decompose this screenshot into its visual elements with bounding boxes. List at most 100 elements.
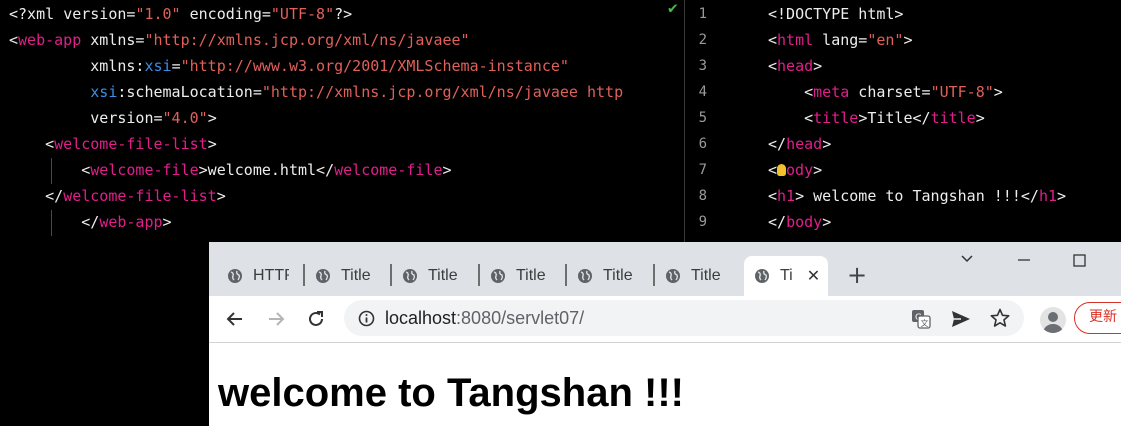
code-token: web-app — [18, 31, 82, 49]
browser-tab[interactable]: Title — [665, 256, 721, 296]
site-info-icon[interactable] — [358, 310, 375, 331]
code-line[interactable]: <web-app xmlns="http://xmlns.jcp.org/xml… — [9, 27, 470, 53]
tab-label: Title — [691, 267, 721, 284]
new-tab-button[interactable]: + — [847, 262, 867, 288]
code-token: "http://xmlns.jcp.org/xml/ns/javaee http — [261, 83, 624, 101]
code-token: head — [777, 57, 814, 75]
browser-tab[interactable]: Title — [402, 256, 458, 296]
code-token: ody — [786, 161, 814, 179]
code-token: welcome-file-list — [54, 135, 208, 153]
profile-avatar[interactable] — [1040, 307, 1066, 333]
code-line[interactable]: </body> — [768, 209, 831, 235]
browser-toolbar: localhost:8080/servlet07/ G文 — [209, 296, 1121, 342]
line-number: 4 — [698, 84, 707, 100]
reload-icon[interactable] — [305, 308, 327, 330]
code-token: :schemaLocation= — [117, 83, 262, 101]
web-xml-editor[interactable]: <?xml version="1.0" encoding="UTF-8"?> <w… — [0, 0, 684, 242]
globe-icon — [577, 268, 593, 284]
code-token: welcome-file — [334, 161, 443, 179]
line-number: 1 — [698, 6, 707, 22]
code-token: < — [9, 31, 19, 49]
code-token: version= — [63, 5, 136, 23]
code-line[interactable]: < ody> — [768, 157, 822, 183]
browser-tab[interactable]: Title — [315, 256, 371, 296]
code-line[interactable]: </head> — [768, 131, 831, 157]
code-token: version= — [9, 109, 163, 127]
line-number: 2 — [698, 32, 707, 48]
line-number: 3 — [698, 58, 707, 74]
code-token: meta — [813, 83, 850, 101]
tab-search-chevron-icon[interactable] — [959, 250, 975, 270]
code-token: > — [442, 161, 452, 179]
line-number: 8 — [698, 188, 707, 204]
globe-icon — [227, 268, 243, 284]
check-icon: ✔ — [668, 0, 678, 17]
code-token: ?> — [334, 5, 353, 23]
minimize-icon[interactable] — [1017, 250, 1031, 270]
code-token: </ — [768, 135, 787, 153]
code-token: </ — [768, 213, 787, 231]
code-token: welcome-file — [90, 161, 199, 179]
code-line[interactable]: <h1> welcome to Tangshan !!!</h1> — [768, 183, 1066, 209]
url-text[interactable]: localhost:8080/servlet07/ — [385, 300, 584, 336]
code-line[interactable]: xsi:schemaLocation="http://xmlns.jcp.org… — [9, 79, 623, 105]
browser-window: HTTP Title Title Title Title Title Ti ✕ + local… — [209, 242, 1121, 426]
code-line[interactable]: version="4.0"> — [9, 105, 217, 131]
code-line[interactable]: <welcome-file>welcome.html</welcome-file… — [9, 157, 452, 183]
code-token: welcome-file-list — [63, 187, 217, 205]
code-token: xsi — [90, 83, 118, 101]
code-line[interactable]: <?xml version="1.0" encoding="UTF-8"?> — [9, 1, 352, 27]
back-arrow-icon[interactable] — [224, 308, 246, 330]
code-line[interactable]: <title>Title</title> — [768, 105, 985, 131]
tab-label: Title — [428, 267, 458, 284]
lightbulb-icon[interactable] — [777, 164, 787, 176]
browser-tab[interactable]: Title — [490, 256, 546, 296]
code-token: < — [768, 161, 778, 179]
code-token: <?xml — [9, 5, 64, 23]
code-line[interactable]: <head> — [768, 53, 822, 79]
browser-tab[interactable]: HTTP — [227, 256, 289, 296]
code-token: > welcome to Tangshan !!!</ — [795, 187, 1039, 205]
code-token: xmlns= — [81, 31, 145, 49]
code-token: "http://www.w3.org/2001/XMLSchema-instan… — [180, 57, 569, 75]
translate-icon[interactable]: G文 — [911, 309, 931, 333]
browser-tab[interactable]: Title — [577, 256, 633, 296]
code-line[interactable]: <meta charset="UTF-8"> — [768, 79, 1003, 105]
code-token: </ — [9, 213, 100, 231]
line-number: 9 — [698, 214, 707, 230]
code-token: > — [216, 187, 226, 205]
code-line[interactable]: <!DOCTYPE html> — [768, 1, 903, 27]
code-line[interactable]: </web-app> — [9, 209, 171, 235]
code-token: h1 — [1038, 187, 1057, 205]
tab-separator — [478, 264, 480, 286]
globe-icon — [402, 268, 418, 284]
address-bar[interactable]: localhost:8080/servlet07/ G文 — [344, 300, 1024, 336]
tab-separator — [390, 264, 392, 286]
code-token: > — [813, 161, 823, 179]
code-token: title — [930, 109, 976, 127]
globe-icon — [754, 268, 770, 284]
bookmark-star-icon[interactable] — [990, 308, 1010, 332]
send-icon[interactable] — [951, 310, 971, 332]
code-token: "en" — [867, 31, 904, 49]
code-token: html — [777, 31, 814, 49]
html-editor[interactable]: 123456789 <!DOCTYPE html> <html lang="en"… — [685, 0, 1121, 242]
line-number: 6 — [698, 136, 707, 152]
maximize-icon[interactable] — [1073, 253, 1087, 272]
code-line[interactable]: </welcome-file-list> — [9, 183, 226, 209]
tab-close-icon[interactable]: ✕ — [807, 266, 820, 286]
code-token: > — [207, 109, 217, 127]
forward-arrow-icon[interactable] — [265, 308, 287, 330]
browser-tab[interactable]: Ti ✕ — [744, 256, 828, 296]
code-line[interactable]: xmlns:xsi="http://www.w3.org/2001/XMLSch… — [9, 53, 569, 79]
update-button[interactable]: 更新 — [1074, 302, 1121, 334]
svg-text:文: 文 — [921, 318, 929, 328]
code-token: < — [768, 57, 778, 75]
tab-label: Title — [516, 267, 546, 284]
code-token: = — [171, 57, 181, 75]
toolbar-divider — [209, 342, 1121, 343]
code-token: "UTF-8" — [270, 5, 335, 23]
code-line[interactable]: <html lang="en"> — [768, 27, 913, 53]
code-line[interactable]: <welcome-file-list> — [9, 131, 217, 157]
code-token: head — [786, 135, 823, 153]
